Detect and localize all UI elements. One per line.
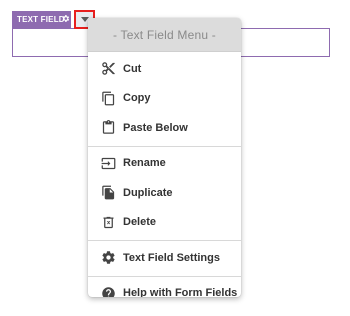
menu-item-label: Text Field Settings: [123, 251, 220, 264]
menu-group-clipboard: Cut Copy Paste Below: [88, 52, 241, 147]
gear-icon[interactable]: [61, 14, 70, 23]
scissors-icon: [100, 61, 116, 77]
menu-item-paste-below[interactable]: Paste Below: [88, 113, 241, 143]
menu-group-help: Help with Form Fields: [88, 277, 241, 297]
copy-icon: [100, 90, 116, 106]
menu-item-label: Copy: [123, 92, 151, 105]
help-icon: [100, 285, 116, 297]
menu-item-text-field-settings[interactable]: Text Field Settings: [88, 243, 241, 273]
trash-icon: [100, 214, 116, 230]
menu-item-label: Delete: [123, 216, 157, 229]
menu-group-settings: Text Field Settings: [88, 241, 241, 277]
menu-item-label: Paste Below: [123, 121, 188, 134]
menu-item-rename[interactable]: Rename: [88, 149, 241, 179]
menu-item-label: Rename: [123, 157, 166, 170]
menu-header: - Text Field Menu -: [88, 18, 241, 52]
duplicate-icon: [100, 185, 116, 201]
menu-item-label: Duplicate: [123, 186, 173, 199]
field-type-label: TEXT FIELD: [17, 15, 65, 24]
text-field-menu: - Text Field Menu - Cut Copy Paste Below: [88, 18, 241, 297]
menu-group-field-actions: Rename Duplicate Delete: [88, 147, 241, 241]
field-type-tag: TEXT FIELD: [12, 11, 71, 28]
rename-icon: [100, 155, 116, 171]
gear-icon: [100, 250, 116, 266]
menu-item-cut[interactable]: Cut: [88, 54, 241, 84]
menu-item-help-with-form-fields[interactable]: Help with Form Fields: [88, 279, 241, 297]
menu-item-duplicate[interactable]: Duplicate: [88, 178, 241, 208]
menu-item-copy[interactable]: Copy: [88, 84, 241, 114]
menu-item-label: Cut: [123, 62, 142, 75]
menu-item-delete[interactable]: Delete: [88, 208, 241, 238]
menu-item-label: Help with Form Fields: [123, 287, 238, 297]
clipboard-icon: [100, 120, 116, 136]
